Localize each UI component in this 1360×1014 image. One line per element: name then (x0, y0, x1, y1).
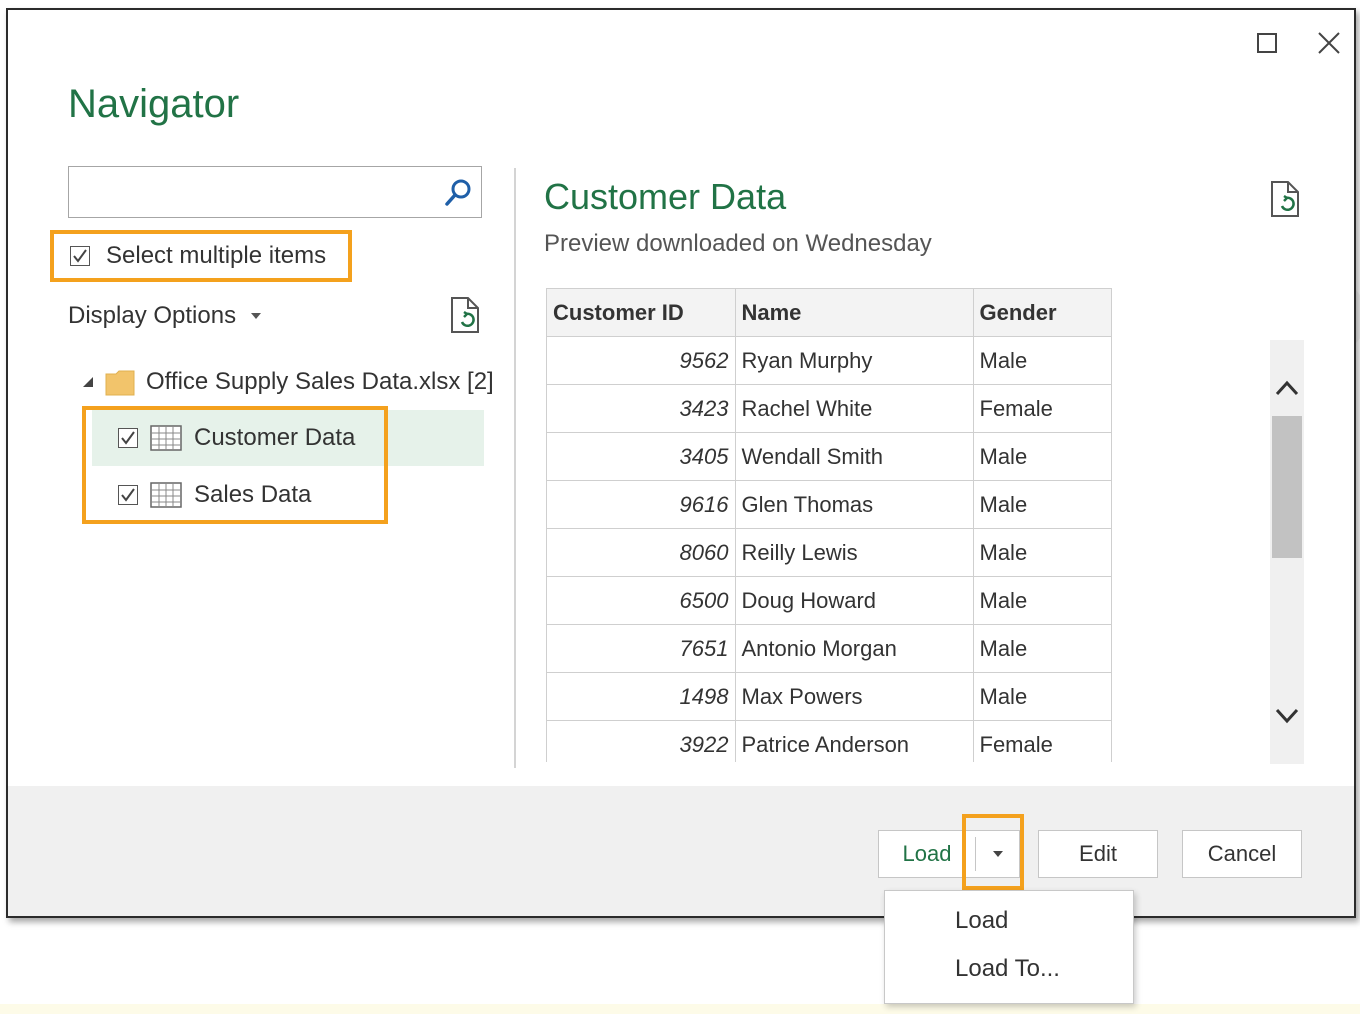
highlight-load-dropdown (962, 814, 1024, 890)
maximize-button[interactable] (1252, 28, 1282, 58)
cell-gender: Female (973, 384, 1111, 433)
search-icon[interactable] (443, 177, 473, 212)
table-row: 3423 Rachel White Female (547, 384, 1111, 433)
select-multiple-option[interactable]: Select multiple items (70, 242, 326, 270)
tree-file-node[interactable]: Office Supply Sales Data.xlsx [2] (82, 368, 494, 396)
cell-name: Antonio Morgan (735, 624, 974, 673)
cell-gender: Male (973, 480, 1111, 529)
cell-gender: Female (973, 720, 1111, 762)
preview-table: Customer ID Name Gender 9562 Ryan Murphy… (547, 289, 1111, 762)
load-dropdown-menu: Load Load To... (884, 890, 1134, 1004)
table-row: 9616 Glen Thomas Male (547, 480, 1111, 529)
cell-gender: Male (973, 528, 1111, 577)
cell-customer-id: 7651 (547, 624, 736, 673)
preview-table-container: Customer ID Name Gender 9562 Ryan Murphy… (546, 288, 1112, 762)
cell-customer-id: 9562 (547, 336, 736, 385)
close-icon (1318, 32, 1340, 54)
collapse-triangle-icon (83, 377, 93, 387)
dropdown-arrow-icon (251, 313, 262, 319)
cell-gender: Male (973, 576, 1111, 625)
page-background-strip (0, 1004, 1360, 1014)
close-button[interactable] (1314, 28, 1344, 58)
table-row: 1498 Max Powers Male (547, 672, 1111, 721)
cell-customer-id: 6500 (547, 576, 736, 625)
display-options-label: Display Options (68, 302, 237, 329)
preview-refresh-icon[interactable] (1268, 180, 1302, 223)
table-row: 8060 Reilly Lewis Male (547, 528, 1111, 577)
table-header-row: Customer ID Name Gender (547, 289, 1111, 337)
cell-customer-id: 9616 (547, 480, 736, 529)
cancel-button[interactable]: Cancel (1182, 830, 1302, 878)
scroll-up-button[interactable] (1270, 368, 1304, 408)
cell-customer-id: 3423 (547, 384, 736, 433)
cell-gender: Male (973, 672, 1111, 721)
column-header[interactable]: Customer ID (547, 289, 736, 337)
select-multiple-checkbox[interactable] (70, 246, 90, 266)
table-row: 7651 Antonio Morgan Male (547, 624, 1111, 673)
cell-customer-id: 3405 (547, 432, 736, 481)
scrollbar-thumb[interactable] (1272, 416, 1302, 558)
search-input[interactable] (77, 167, 441, 215)
cell-name: Max Powers (735, 672, 974, 721)
cell-gender: Male (973, 432, 1111, 481)
cell-name: Reilly Lewis (735, 528, 974, 577)
maximize-icon (1257, 33, 1277, 53)
cell-name: Glen Thomas (735, 480, 974, 529)
edit-button[interactable]: Edit (1038, 830, 1158, 878)
preview-title: Customer Data (544, 176, 787, 217)
cell-gender: Male (973, 336, 1111, 385)
column-header[interactable]: Name (735, 289, 974, 337)
table-row: 9562 Ryan Murphy Male (547, 336, 1111, 385)
checkmark-icon (73, 249, 87, 263)
dialog-title: Navigator (68, 82, 240, 126)
preview-subtitle: Preview downloaded on Wednesday (544, 230, 932, 257)
table-row: 3922 Patrice Anderson Female (547, 720, 1111, 762)
pane-divider (514, 168, 516, 768)
display-options-dropdown[interactable]: Display Options (68, 302, 262, 330)
cell-customer-id: 1498 (547, 672, 736, 721)
cell-name: Patrice Anderson (735, 720, 974, 762)
folder-icon (105, 370, 135, 396)
tree-file-label: Office Supply Sales Data.xlsx [2] (146, 368, 494, 395)
table-row: 6500 Doug Howard Male (547, 576, 1111, 625)
navigator-dialog: Navigator Select multiple items Display … (6, 8, 1356, 918)
menu-item-load[interactable]: Load (885, 897, 1133, 945)
cell-customer-id: 8060 (547, 528, 736, 577)
cell-gender: Male (973, 624, 1111, 673)
chevron-down-icon (1275, 708, 1299, 724)
refresh-icon[interactable] (448, 296, 482, 339)
chevron-up-icon (1275, 380, 1299, 396)
table-row: 3405 Wendall Smith Male (547, 432, 1111, 481)
search-box[interactable] (68, 166, 482, 218)
cell-name: Wendall Smith (735, 432, 974, 481)
cell-name: Ryan Murphy (735, 336, 974, 385)
select-multiple-label: Select multiple items (106, 242, 327, 269)
highlight-tree-items (82, 406, 388, 524)
load-button[interactable]: Load (879, 831, 975, 877)
column-header[interactable]: Gender (973, 289, 1111, 337)
scroll-down-button[interactable] (1270, 696, 1304, 736)
cell-name: Doug Howard (735, 576, 974, 625)
cell-customer-id: 3922 (547, 720, 736, 762)
cell-name: Rachel White (735, 384, 974, 433)
menu-item-load-to[interactable]: Load To... (885, 945, 1133, 993)
